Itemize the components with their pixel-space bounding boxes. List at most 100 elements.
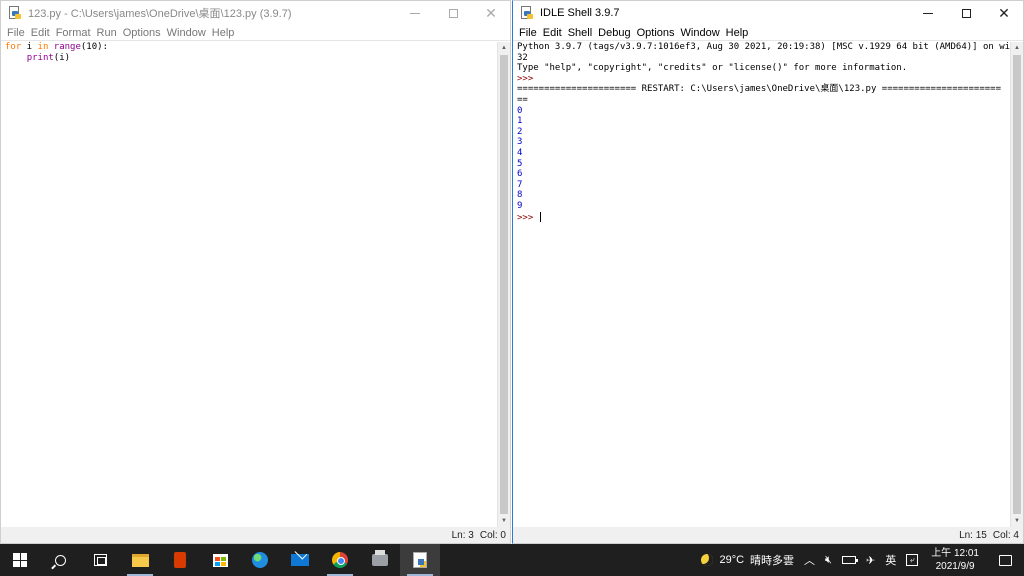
- shell-menubar: File Edit Shell Debug Options Window Hel…: [513, 25, 1023, 41]
- code-text: (10):: [80, 42, 108, 52]
- keyword-in: in: [37, 42, 49, 52]
- editor-menubar: File Edit Format Run Options Window Help: [1, 25, 510, 41]
- editor-window: 123.py - C:\Users\james\OneDrive\桌面\123.…: [0, 0, 511, 544]
- speaker-muted-icon: 🔇︎: [825, 553, 832, 566]
- menu-options[interactable]: Options: [634, 27, 678, 39]
- shell-output[interactable]: Python 3.9.7 (tags/v3.9.7:1016ef3, Aug 3…: [513, 42, 1010, 527]
- menu-window[interactable]: Window: [164, 27, 209, 39]
- line-number: Ln: 15: [959, 529, 987, 541]
- scroll-up-icon[interactable]: ▲: [1011, 42, 1023, 54]
- text-cursor: [539, 211, 541, 222]
- volume-button[interactable]: 🔇︎: [820, 544, 837, 576]
- scroll-thumb[interactable]: [1013, 55, 1021, 514]
- chrome-icon: [332, 552, 348, 568]
- shell-prompt: >>>: [517, 212, 539, 223]
- scroll-down-icon[interactable]: ▼: [1011, 515, 1023, 527]
- search-icon: [54, 554, 66, 566]
- weather-temp: 29°C: [719, 554, 745, 566]
- output-line: 7: [517, 179, 523, 190]
- idle-app-icon: [8, 6, 22, 20]
- input-line[interactable]: >>>: [517, 211, 1006, 224]
- start-button[interactable]: [0, 544, 40, 576]
- menu-window[interactable]: Window: [678, 27, 723, 39]
- editor-titlebar[interactable]: 123.py - C:\Users\james\OneDrive\桌面\123.…: [1, 1, 510, 25]
- code-text: i: [21, 42, 38, 52]
- weather-widget[interactable]: 29°C 晴時多雲: [696, 544, 799, 576]
- system-tray: 29°C 晴時多雲 ︿ 🔇︎ ✈ 英 ⤶ 上午 12:01 2021/9/9: [696, 544, 1024, 576]
- file-explorer-icon: [131, 553, 149, 567]
- battery-button[interactable]: [837, 544, 861, 576]
- file-explorer-button[interactable]: [120, 544, 160, 576]
- start-icon: [13, 553, 27, 567]
- shell-title: IDLE Shell 3.9.7: [540, 7, 620, 19]
- printer-icon: [372, 550, 388, 566]
- output-line: 1: [517, 116, 523, 127]
- menu-run[interactable]: Run: [94, 27, 120, 39]
- editor-statusbar: Ln: 3 Col: 0: [1, 527, 510, 543]
- ime-mode-button[interactable]: ⤶: [901, 544, 923, 576]
- notification-icon: [999, 554, 1012, 566]
- code-editor[interactable]: for i in range(10): print(i): [1, 42, 497, 527]
- menu-format[interactable]: Format: [53, 27, 94, 39]
- output-line: 9: [517, 200, 523, 211]
- maximize-icon: [448, 8, 458, 18]
- search-button[interactable]: [40, 544, 80, 576]
- maximize-button[interactable]: [434, 1, 472, 25]
- close-icon: ✕: [998, 5, 1010, 21]
- code-line: print(i): [5, 53, 493, 64]
- vertical-scrollbar[interactable]: ▲ ▼: [1010, 42, 1023, 527]
- shell-prompt: >>>: [517, 73, 534, 84]
- scroll-up-icon[interactable]: ▲: [498, 42, 510, 54]
- builtin-range: range: [53, 42, 81, 52]
- idle-app-icon: [520, 6, 534, 20]
- close-button[interactable]: ✕: [985, 1, 1023, 25]
- close-icon: ✕: [485, 5, 497, 21]
- mail-button[interactable]: [280, 544, 320, 576]
- chrome-button[interactable]: [320, 544, 360, 576]
- output-line: 5: [517, 158, 523, 169]
- menu-edit[interactable]: Edit: [540, 27, 565, 39]
- restart-line: ==: [517, 94, 528, 105]
- office-icon: [174, 552, 186, 568]
- editor-title: 123.py - C:\Users\james\OneDrive\桌面\123.…: [28, 8, 292, 20]
- banner-line: Python 3.9.7 (tags/v3.9.7:1016ef3, Aug 3…: [517, 42, 1010, 52]
- ime-language[interactable]: 英: [880, 544, 901, 576]
- airplane-mode-button[interactable]: ✈: [861, 544, 880, 576]
- chevron-up-icon: ︿: [804, 555, 816, 567]
- show-hidden-icons[interactable]: ︿: [799, 544, 820, 576]
- column-number: Col: 4: [992, 529, 1019, 541]
- store-button[interactable]: [200, 544, 240, 576]
- banner-line: Type "help", "copyright", "credits" or "…: [517, 63, 908, 74]
- minimize-button[interactable]: [396, 1, 434, 25]
- task-view-button[interactable]: [80, 544, 120, 576]
- shell-titlebar[interactable]: IDLE Shell 3.9.7 ✕: [513, 1, 1023, 25]
- menu-shell[interactable]: Shell: [565, 27, 595, 39]
- maximize-icon: [961, 8, 971, 18]
- idle-taskbar-button[interactable]: [400, 544, 440, 576]
- clock[interactable]: 上午 12:01 2021/9/9: [923, 547, 987, 573]
- menu-file[interactable]: File: [4, 27, 28, 39]
- menu-help[interactable]: Help: [209, 27, 238, 39]
- minimize-button[interactable]: [909, 1, 947, 25]
- scroll-down-icon[interactable]: ▼: [498, 515, 510, 527]
- output-line: 6: [517, 169, 523, 180]
- restart-line: ====================== RESTART: C:\Users…: [517, 84, 1001, 95]
- edge-button[interactable]: [240, 544, 280, 576]
- menu-help[interactable]: Help: [723, 27, 752, 39]
- menu-edit[interactable]: Edit: [28, 27, 53, 39]
- close-button[interactable]: ✕: [472, 1, 510, 25]
- shell-window: IDLE Shell 3.9.7 ✕ File Edit Shell Debug…: [512, 0, 1024, 544]
- task-view-icon: [93, 554, 107, 566]
- scroll-thumb[interactable]: [500, 55, 508, 514]
- column-number: Col: 0: [479, 529, 506, 541]
- office-button[interactable]: [160, 544, 200, 576]
- printer-app-button[interactable]: [360, 544, 400, 576]
- maximize-button[interactable]: [947, 1, 985, 25]
- menu-debug[interactable]: Debug: [595, 27, 633, 39]
- menu-options[interactable]: Options: [120, 27, 164, 39]
- notification-button[interactable]: [987, 544, 1024, 576]
- vertical-scrollbar[interactable]: ▲ ▼: [497, 42, 510, 527]
- menu-file[interactable]: File: [516, 27, 540, 39]
- store-icon: [212, 553, 228, 567]
